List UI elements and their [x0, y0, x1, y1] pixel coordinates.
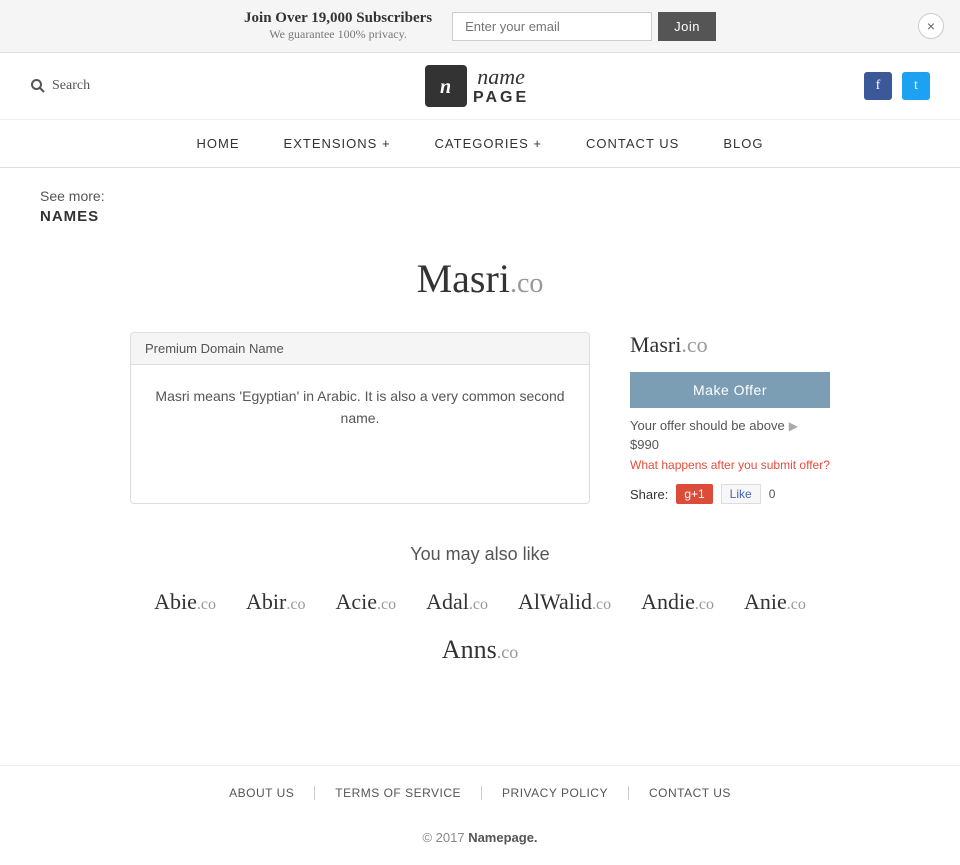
footer-terms[interactable]: TERMS OF SERVICE: [315, 786, 482, 800]
logo-page: PAGE: [473, 89, 529, 107]
domain-list: Abie.co Abir.co Acie.co Adal.co AlWalid.…: [40, 589, 920, 615]
svg-text:n: n: [440, 76, 451, 98]
search-icon: [30, 78, 46, 94]
offer-hint: Your offer should be above ▶: [630, 418, 830, 433]
names-link[interactable]: NAMES: [40, 208, 920, 225]
list-item[interactable]: Andie.co: [641, 589, 714, 615]
also-like-title: You may also like: [40, 544, 920, 565]
main-content: See more: NAMES Masri.co Premium Domain …: [0, 168, 960, 725]
offer-price: $990: [630, 437, 830, 452]
card-header: Premium Domain Name: [131, 333, 589, 365]
list-item[interactable]: Anns.co: [442, 635, 518, 665]
fb-like-button[interactable]: Like: [721, 484, 761, 504]
facebook-icon[interactable]: f: [864, 72, 892, 100]
logo[interactable]: n name PAGE: [425, 65, 529, 107]
offer-hint-arrow: ▶: [789, 419, 798, 433]
footer-contact-us[interactable]: CONTACT US: [629, 786, 751, 800]
footer-privacy[interactable]: PRIVACY POLICY: [482, 786, 629, 800]
footer-links: ABOUT US TERMS OF SERVICE PRIVACY POLICY…: [0, 766, 960, 820]
domain-list-bottom: Anns.co: [40, 635, 920, 665]
gplus-button[interactable]: g+1: [676, 484, 712, 504]
also-like-section: You may also like Abie.co Abir.co Acie.c…: [40, 544, 920, 665]
top-banner: Join Over 19,000 Subscribers We guarante…: [0, 0, 960, 53]
description-card: Premium Domain Name Masri means 'Egyptia…: [130, 332, 590, 504]
nav-extensions[interactable]: EXTENSIONS +: [262, 120, 413, 167]
close-banner-button[interactable]: ×: [918, 13, 944, 39]
list-item[interactable]: Abir.co: [246, 589, 305, 615]
see-more-label: See more:: [40, 188, 920, 204]
list-item[interactable]: Anie.co: [744, 589, 806, 615]
banner-sub-text: We guarantee 100% privacy.: [244, 27, 432, 42]
share-row: Share: g+1 Like 0: [630, 484, 830, 504]
join-button[interactable]: Join: [658, 12, 716, 41]
main-nav: HOME EXTENSIONS + CATEGORIES + CONTACT U…: [0, 120, 960, 168]
fb-like-label: Like: [730, 487, 752, 501]
content-grid: Premium Domain Name Masri means 'Egyptia…: [130, 332, 830, 504]
banner-main-text: Join Over 19,000 Subscribers: [244, 10, 432, 27]
nav-home[interactable]: HOME: [175, 120, 262, 167]
list-item[interactable]: Abie.co: [154, 589, 216, 615]
card-body: Masri means 'Egyptian' in Arabic. It is …: [131, 365, 589, 450]
domain-title-section: Masri.co: [40, 255, 920, 302]
nav-blog[interactable]: BLOG: [701, 120, 785, 167]
header: Search n name PAGE f t: [0, 53, 960, 120]
offer-section: Masri.co Make Offer Your offer should be…: [630, 332, 830, 504]
twitter-icon[interactable]: t: [902, 72, 930, 100]
make-offer-button[interactable]: Make Offer: [630, 372, 830, 408]
logo-name: name: [473, 65, 529, 89]
list-item[interactable]: Adal.co: [426, 589, 488, 615]
what-happens-link[interactable]: What happens after you submit offer?: [630, 458, 830, 472]
offer-domain-name: Masri.co: [630, 332, 830, 358]
domain-name-part: Masri: [417, 256, 510, 301]
domain-main-title: Masri.co: [40, 255, 920, 302]
logo-icon-svg: n: [432, 72, 460, 100]
logo-icon: n: [425, 65, 467, 107]
domain-tld-part: .co: [510, 268, 543, 299]
banner-text: Join Over 19,000 Subscribers We guarante…: [244, 10, 432, 42]
fb-like-count: 0: [769, 487, 776, 501]
footer-about-us[interactable]: ABOUT US: [209, 786, 315, 800]
social-icons: f t: [864, 72, 930, 100]
footer: ABOUT US TERMS OF SERVICE PRIVACY POLICY…: [0, 765, 960, 865]
see-more-section: See more: NAMES: [40, 188, 920, 225]
share-label: Share:: [630, 487, 668, 502]
email-input[interactable]: [452, 12, 652, 41]
email-form: Join: [452, 12, 716, 41]
search-label: Search: [52, 78, 90, 94]
nav-categories[interactable]: CATEGORIES +: [413, 120, 564, 167]
nav-contact[interactable]: CONTACT US: [564, 120, 701, 167]
list-item[interactable]: AlWalid.co: [518, 589, 611, 615]
search-link[interactable]: Search: [30, 78, 90, 94]
list-item[interactable]: Acie.co: [335, 589, 396, 615]
